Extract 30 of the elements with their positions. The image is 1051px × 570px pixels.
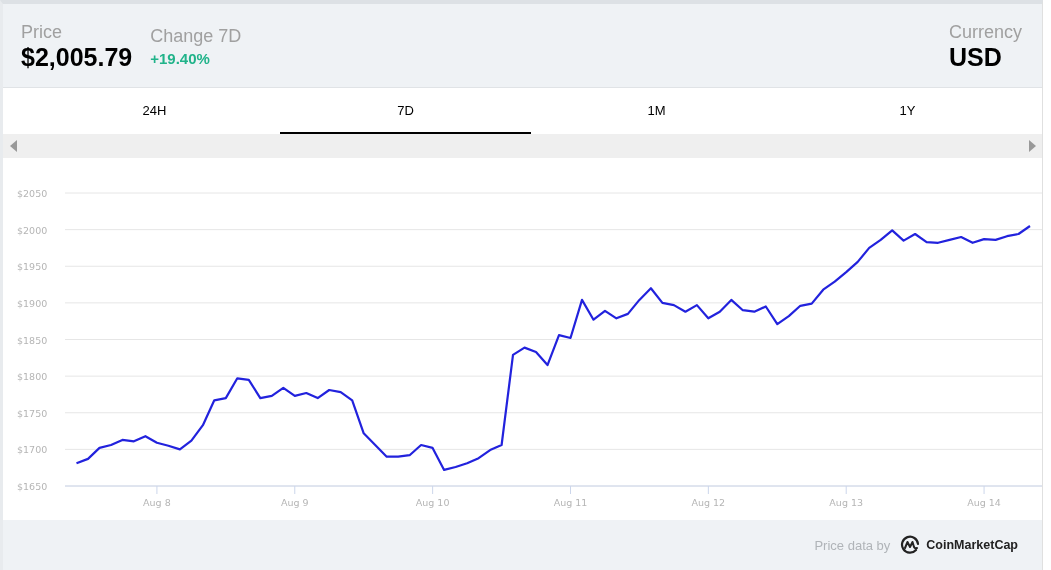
price-label: Price <box>21 22 63 42</box>
axis-label: Aug 9 <box>280 497 309 508</box>
axis-label: Aug 8 <box>143 497 171 508</box>
range-tab[interactable]: 1Y <box>782 88 1033 134</box>
scroll-left-icon[interactable] <box>10 140 18 152</box>
axis-label: $1700 <box>17 444 48 456</box>
axis-label: $1800 <box>17 371 48 383</box>
credit-text: Price data by <box>814 537 891 553</box>
axis-label: $1900 <box>17 297 48 309</box>
axis-label: $1850 <box>17 334 48 346</box>
axis-label: $1950 <box>17 261 48 273</box>
brand-logo-icon <box>900 535 921 555</box>
axis-label: Aug 11 <box>553 497 588 508</box>
axis-label: Aug 13 <box>829 497 864 508</box>
axis-label: Aug 12 <box>691 497 726 508</box>
range-tab[interactable]: 1M <box>531 88 782 134</box>
currency-label: Currency <box>948 22 1022 42</box>
axis-label: $1750 <box>17 407 48 419</box>
axis-label: Aug 10 <box>415 497 450 508</box>
change-value: +19.40% <box>150 50 211 67</box>
brand-name[interactable]: CoinMarketCap <box>926 538 1018 552</box>
axis-label: $1650 <box>17 481 48 492</box>
change-label: Change 7D <box>150 26 242 46</box>
scroll-right-icon[interactable] <box>1028 140 1036 152</box>
currency-value: USD <box>948 42 1003 72</box>
axis-label: $2000 <box>17 224 48 236</box>
axis-label: Aug 14 <box>967 497 1001 508</box>
axis-label: $2050 <box>17 188 48 199</box>
price-value: $2,005.79 <box>21 42 133 72</box>
range-tab[interactable]: 24H <box>29 88 280 134</box>
